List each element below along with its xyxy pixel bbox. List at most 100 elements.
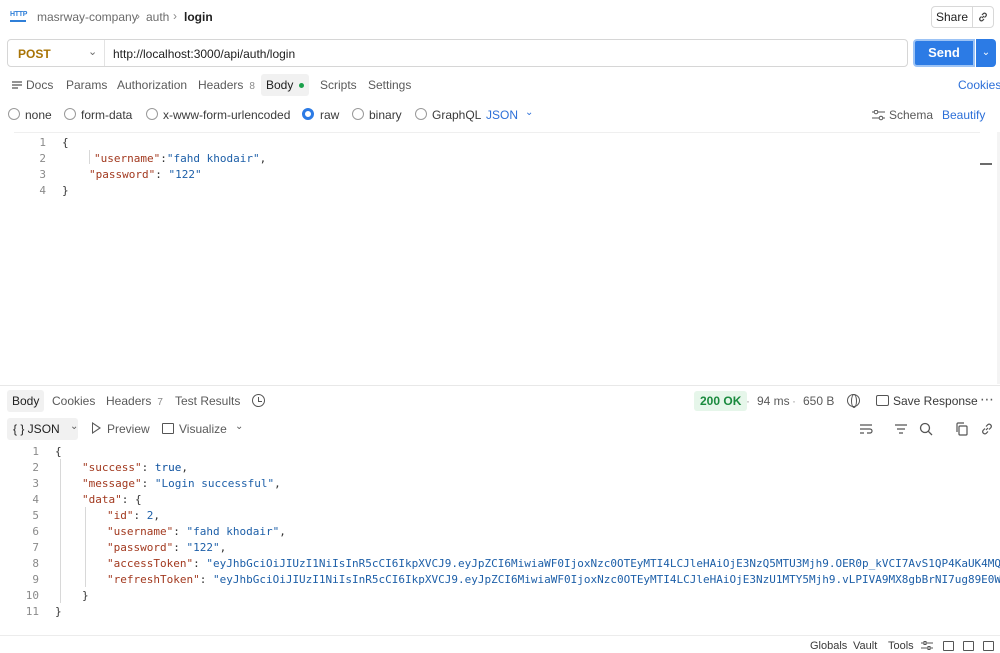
radio-binary[interactable] — [352, 108, 364, 120]
vault-button[interactable]: Vault — [853, 640, 877, 652]
copy-icon[interactable] — [954, 421, 970, 437]
line-number: 4 — [39, 184, 46, 197]
body-indicator-dot — [299, 83, 305, 89]
code-line: "password": "122", — [107, 541, 227, 554]
search-icon[interactable] — [918, 421, 934, 437]
image-icon — [162, 423, 174, 434]
beautify-button[interactable]: Beautify — [942, 108, 985, 122]
pane-splitter[interactable] — [0, 385, 1000, 386]
response-headers-count: 7 — [157, 397, 163, 408]
code-line: } — [62, 184, 69, 197]
breadcrumb-separator-icon: › — [136, 9, 140, 23]
tools-button[interactable]: Tools — [888, 640, 914, 652]
request-body-editor[interactable]: 1 2 3 4 { "username":"fahd khodair", "pa… — [14, 132, 980, 384]
json-string: "eyJhbGciOiJIUzI1NiIsInR5cCI6IkpXVCJ9.ey… — [206, 557, 1000, 570]
radio-none[interactable] — [8, 108, 20, 120]
preview-button[interactable]: Preview — [107, 422, 150, 436]
docs-icon — [12, 81, 22, 89]
response-format-label: { } JSON — [13, 422, 60, 436]
layout-bottom-icon[interactable] — [963, 641, 974, 651]
code-line: "username": "fahd khodair", — [107, 525, 286, 538]
send-button[interactable]: Send — [913, 39, 975, 67]
more-options-icon[interactable]: ⋯ — [980, 391, 994, 408]
tab-headers[interactable]: Headers 8 — [198, 78, 255, 92]
indent-guide — [85, 507, 86, 587]
cookies-link[interactable]: Cookies — [958, 78, 1000, 92]
wrap-lines-icon[interactable] — [858, 421, 874, 437]
globals-button[interactable]: Globals — [810, 640, 847, 652]
separator-dot: · — [746, 394, 750, 408]
link-icon[interactable] — [979, 421, 995, 437]
line-number: 3 — [39, 168, 46, 181]
radio-graphql-label: GraphQL — [432, 108, 482, 122]
visualize-button[interactable]: Visualize — [179, 422, 227, 436]
play-icon — [92, 422, 101, 434]
response-time[interactable]: 94 ms — [757, 394, 790, 408]
top-bar: HTTP masrway-company › auth › login Shar… — [0, 0, 1000, 34]
radio-raw[interactable] — [302, 108, 314, 120]
json-key: "message" — [82, 477, 142, 490]
settings-sliders-icon[interactable] — [921, 640, 933, 651]
response-tab-headers[interactable]: Headers 7 — [106, 394, 163, 408]
tab-params[interactable]: Params — [66, 78, 107, 92]
share-button[interactable]: Share — [931, 6, 973, 28]
breadcrumb-folder[interactable]: auth — [146, 10, 169, 24]
code-line: { — [62, 136, 69, 149]
tab-scripts[interactable]: Scripts — [320, 78, 357, 92]
json-key: "refreshToken" — [107, 573, 200, 586]
radio-graphql[interactable] — [415, 108, 427, 120]
status-badge[interactable]: 200 OK — [694, 391, 748, 411]
json-boolean: true — [154, 461, 182, 474]
radio-raw-label: raw — [320, 108, 340, 122]
response-body-viewer[interactable]: 1 2 3 4 5 6 7 8 9 10 11 { "success": tru… — [0, 443, 1000, 633]
tab-settings[interactable]: Settings — [368, 78, 411, 92]
chevron-down-icon[interactable]: ⌄ — [88, 45, 97, 58]
chevron-down-icon[interactable]: ⌄ — [235, 421, 243, 432]
schema-button[interactable]: Schema — [889, 108, 933, 122]
json-key: "password" — [107, 541, 174, 554]
indent-guide — [89, 150, 90, 164]
breadcrumb-workspace[interactable]: masrway-company — [37, 10, 138, 24]
code-line: "username":"fahd khodair", — [94, 152, 267, 165]
breadcrumb-separator-icon: › — [173, 9, 177, 23]
breadcrumb-request[interactable]: login — [184, 10, 213, 24]
chevron-down-icon[interactable]: ⌄ — [525, 107, 533, 118]
response-tab-test-results[interactable]: Test Results — [175, 394, 240, 408]
response-size[interactable]: 650 B — [803, 394, 834, 408]
line-number: 5 — [32, 509, 39, 522]
tab-body-label: Body — [266, 78, 294, 92]
line-number: 1 — [32, 445, 39, 458]
globe-icon[interactable] — [847, 394, 860, 408]
chevron-down-icon: ⌄ — [70, 421, 79, 432]
response-format-select[interactable]: { } JSON ⌄ — [7, 418, 78, 440]
tab-docs[interactable]: Docs — [26, 78, 53, 92]
json-string: "Login successful" — [154, 477, 275, 490]
history-icon[interactable] — [252, 394, 265, 407]
save-response-icon — [876, 395, 889, 406]
line-number: 4 — [32, 493, 39, 506]
json-key: "success" — [82, 461, 142, 474]
code-line: "success": true, — [82, 461, 188, 474]
http-icon: HTTP — [10, 11, 27, 23]
response-tab-cookies[interactable]: Cookies — [52, 394, 95, 408]
response-tab-body[interactable]: Body — [7, 390, 45, 412]
save-response-button[interactable]: Save Response — [893, 394, 978, 408]
separator-dot: · — [792, 394, 796, 408]
layout-right-icon[interactable] — [983, 641, 994, 651]
tab-authorization[interactable]: Authorization — [117, 78, 187, 92]
filter-icon[interactable] — [893, 421, 909, 437]
code-line: "refreshToken": "eyJhbGciOiJIUzI1NiIsInR… — [107, 573, 1000, 586]
divider — [104, 40, 105, 66]
radio-form-data[interactable] — [64, 108, 76, 120]
layout-left-icon[interactable] — [943, 641, 954, 651]
send-options-chevron-icon[interactable]: ⌄ — [976, 39, 996, 67]
line-number: 2 — [32, 461, 39, 474]
radio-urlencoded[interactable] — [146, 108, 158, 120]
code-line: "message": "Login successful", — [82, 477, 281, 490]
method-select[interactable]: POST — [18, 47, 51, 61]
raw-format-select[interactable]: JSON — [486, 108, 518, 122]
tab-body[interactable]: Body — [261, 74, 310, 96]
response-tab-headers-label: Headers — [106, 394, 152, 408]
copy-link-button[interactable] — [972, 6, 994, 28]
url-input[interactable]: http://localhost:3000/api/auth/login — [113, 47, 295, 61]
